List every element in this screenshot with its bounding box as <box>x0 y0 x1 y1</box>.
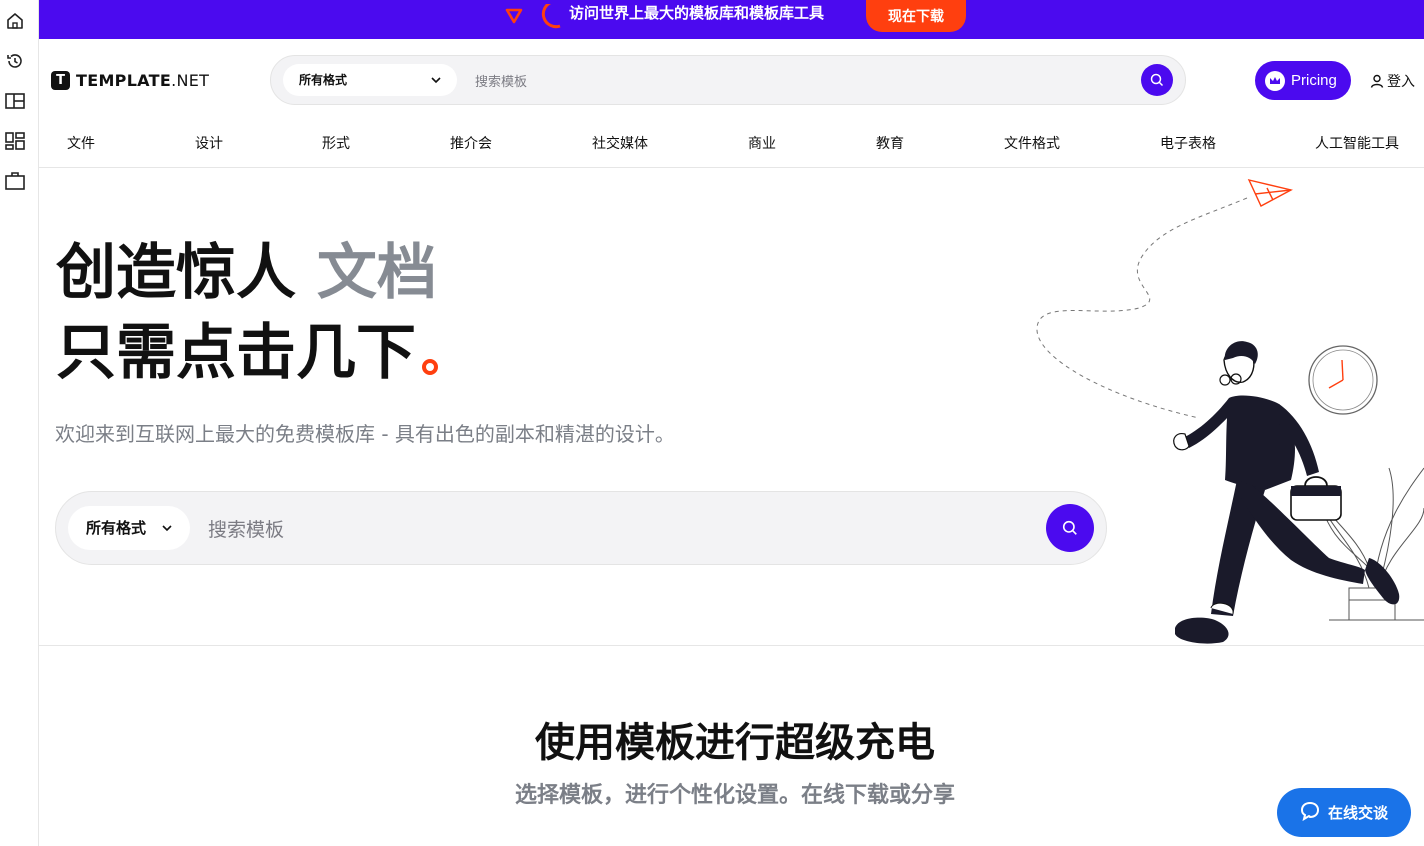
user-icon <box>1370 74 1384 88</box>
briefcase-icon[interactable] <box>5 171 25 191</box>
section-title: 使用模板进行超级充电 <box>535 720 935 766</box>
live-chat-button[interactable]: 在线交谈 <box>1277 788 1411 837</box>
header-search-bar: 所有格式 搜索模板 <box>270 55 1186 105</box>
paper-plane-icon <box>1247 178 1293 207</box>
site-logo[interactable]: T TEMPLATE.NET <box>51 71 209 90</box>
nav-item-file-formats[interactable]: 文件格式 <box>1004 133 1060 153</box>
search-icon <box>1150 73 1164 87</box>
header-search-input[interactable]: 搜索模板 <box>475 71 527 90</box>
promo-banner: 访问世界上最大的模板库和模板库工具 现在下载 <box>39 0 1424 39</box>
hero-search-bar: 所有格式 搜索模板 <box>55 491 1107 565</box>
chat-label: 在线交谈 <box>1327 805 1388 822</box>
chevron-down-icon <box>431 64 441 108</box>
banner-text: 访问世界上最大的模板库和模板库工具 <box>569 4 825 22</box>
hero-search-input[interactable]: 搜索模板 <box>208 515 284 542</box>
format-dropdown-label: 所有格式 <box>86 519 147 537</box>
section-subtitle: 选择模板，进行个性化设置。在线下载或分享 <box>514 783 955 808</box>
crown-icon <box>1265 70 1285 91</box>
login-link[interactable]: 登入 <box>1370 71 1415 91</box>
orange-dot-icon <box>422 359 438 375</box>
chat-bubble-icon <box>1300 801 1320 825</box>
hero-heading-line2: 只需点击几下 <box>56 318 438 388</box>
hero-illustration <box>1036 178 1424 644</box>
header-format-dropdown[interactable]: 所有格式 <box>283 64 457 96</box>
pricing-label: Pricing <box>1291 72 1337 89</box>
logo-main-text: TEMPLATE <box>76 71 172 90</box>
format-dropdown-label: 所有格式 <box>299 73 348 87</box>
login-label: 登入 <box>1387 74 1415 90</box>
nav-item-documents[interactable]: 文件 <box>67 133 95 153</box>
nav-item-presentations[interactable]: 推介会 <box>450 133 492 153</box>
history-icon[interactable] <box>5 51 25 71</box>
logo-t-icon: T <box>51 71 70 90</box>
pricing-button[interactable]: Pricing <box>1255 61 1351 100</box>
category-nav: 文件 设计 形式 推介会 社交媒体 商业 教育 文件格式 电子表格 人工智能工具 <box>39 121 1424 168</box>
nav-item-business[interactable]: 商业 <box>748 133 776 153</box>
left-sidebar <box>0 0 39 846</box>
hero-heading-highlight: 文档 <box>316 238 437 308</box>
clock-icon <box>1308 345 1378 415</box>
banner-logo-icon <box>504 0 564 36</box>
download-now-button[interactable]: 现在下载 <box>866 0 966 32</box>
nav-item-design[interactable]: 设计 <box>195 133 223 153</box>
nav-item-education[interactable]: 教育 <box>876 133 904 153</box>
layout-icon[interactable] <box>5 91 25 111</box>
nav-item-ai-tools[interactable]: 人工智能工具 <box>1315 133 1399 153</box>
hero-subtitle: 欢迎来到互联网上最大的免费模板库 - 具有出色的副本和精湛的设计。 <box>55 422 675 446</box>
header-search-button[interactable] <box>1141 64 1173 96</box>
chevron-down-icon <box>162 506 172 568</box>
templates-icon[interactable] <box>5 131 25 151</box>
home-icon[interactable] <box>5 11 25 31</box>
hero-format-dropdown[interactable]: 所有格式 <box>68 506 190 550</box>
hero-heading-line1: 创造惊人 文档 <box>56 238 437 308</box>
nav-item-social-media[interactable]: 社交媒体 <box>592 133 648 153</box>
nav-item-spreadsheets[interactable]: 电子表格 <box>1160 133 1216 153</box>
hero-section: 创造惊人 文档 只需点击几下 欢迎来到互联网上最大的免费模板库 - 具有出色的副… <box>39 168 1424 646</box>
header: T TEMPLATE.NET 所有格式 搜索模板 Pricing 登入 <box>39 39 1424 121</box>
logo-suffix-text: .NET <box>171 71 210 90</box>
nav-item-forms[interactable]: 形式 <box>322 133 350 153</box>
